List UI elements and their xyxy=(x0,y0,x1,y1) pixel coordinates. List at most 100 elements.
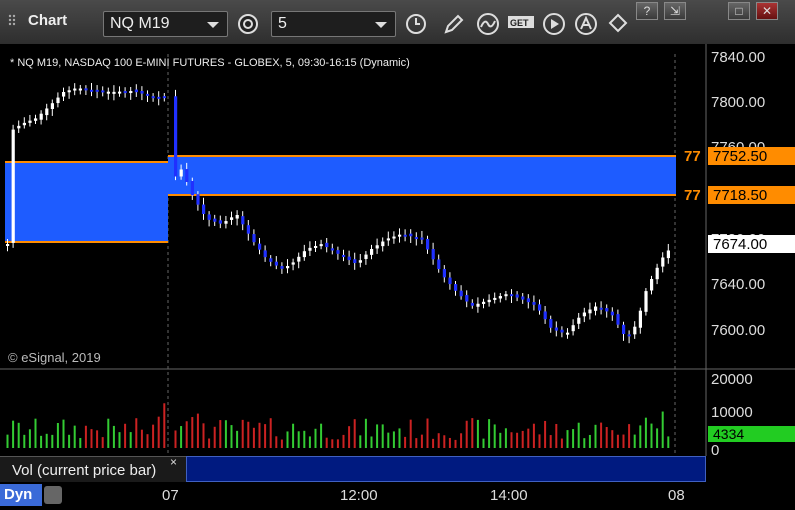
vol-tick: 20000 xyxy=(711,371,753,388)
close-study-button[interactable]: × xyxy=(170,455,177,469)
candle xyxy=(50,103,54,109)
volume-bar xyxy=(409,419,412,448)
volume-bar xyxy=(611,430,614,448)
volume-bar xyxy=(157,416,160,448)
time-tick: 08 xyxy=(668,487,685,504)
candle xyxy=(280,266,284,269)
volume-bar xyxy=(174,430,177,448)
candle xyxy=(526,298,530,303)
candle xyxy=(308,247,312,251)
candle xyxy=(330,248,334,251)
volume-bar xyxy=(555,423,558,448)
candle xyxy=(129,91,133,94)
volume-bar xyxy=(482,438,485,448)
zone-previous xyxy=(5,162,168,242)
link-icon xyxy=(608,13,628,33)
volume-bar xyxy=(633,434,636,448)
candle xyxy=(241,216,245,225)
play-button[interactable] xyxy=(540,10,568,38)
get-button[interactable]: GET xyxy=(506,10,538,38)
volume-bar xyxy=(196,413,199,448)
candle xyxy=(269,258,273,262)
pencil-icon xyxy=(444,14,464,34)
volume-bar xyxy=(471,418,474,448)
candle xyxy=(101,90,105,93)
volume-bar xyxy=(6,434,9,448)
candle xyxy=(62,92,66,97)
volume-bar xyxy=(219,420,222,448)
play-icon xyxy=(543,13,565,35)
volume-bar xyxy=(208,438,211,448)
candle xyxy=(409,233,413,237)
study-label-panel[interactable]: Vol (current price bar) xyxy=(0,456,186,482)
volume-bar xyxy=(336,439,339,448)
volume-bar xyxy=(34,418,37,448)
time-button[interactable] xyxy=(402,10,430,38)
interval-combo[interactable]: 5 xyxy=(271,11,396,37)
gear-icon xyxy=(238,14,258,34)
candle xyxy=(134,89,138,93)
candle xyxy=(325,242,329,248)
candle xyxy=(448,277,452,285)
study-button[interactable] xyxy=(474,10,502,38)
volume-bar xyxy=(124,423,127,448)
candle xyxy=(487,299,491,303)
mode-button[interactable]: Dyn xyxy=(0,484,42,506)
candle xyxy=(370,249,374,255)
study-bar xyxy=(186,456,706,482)
volume-bar xyxy=(152,424,155,448)
close-button[interactable]: ✕ xyxy=(756,2,778,20)
candle xyxy=(459,290,463,297)
maximize-button[interactable]: □ xyxy=(728,2,750,20)
draw-button[interactable] xyxy=(440,10,468,38)
candle xyxy=(375,245,379,249)
volume-bar xyxy=(107,418,110,448)
volume-bar xyxy=(644,417,647,448)
volume-bar xyxy=(348,426,351,448)
candle xyxy=(605,308,609,312)
volume-bar xyxy=(247,421,250,448)
candle xyxy=(146,93,150,96)
volume-bar xyxy=(476,419,479,448)
candle xyxy=(386,238,390,241)
candle xyxy=(594,306,598,311)
volume-bar xyxy=(387,432,390,448)
volume-bar xyxy=(331,439,334,448)
alert-button[interactable] xyxy=(572,10,600,38)
volume-bar xyxy=(667,436,670,448)
settings-button[interactable] xyxy=(234,10,262,38)
volume-bar xyxy=(79,438,82,448)
candle xyxy=(442,269,446,278)
volume-bar xyxy=(12,420,15,448)
grip-icon xyxy=(8,14,16,26)
volume-bar xyxy=(286,431,289,448)
volume-bar xyxy=(236,430,239,448)
curve-icon xyxy=(477,13,499,35)
volume-bar xyxy=(521,430,524,448)
svg-text:GET: GET xyxy=(510,18,529,28)
volume-bar xyxy=(241,419,244,448)
candle xyxy=(515,294,519,298)
help-button[interactable]: ? xyxy=(636,2,658,20)
volume-bar xyxy=(359,435,362,448)
restore-button[interactable]: ⇲ xyxy=(664,2,686,20)
price-chart[interactable]: * NQ M19, NASDAQ 100 E-MINI FUTURES - GL… xyxy=(0,44,795,456)
lock-icon[interactable] xyxy=(44,486,62,504)
link-button[interactable] xyxy=(604,10,632,38)
volume-bar xyxy=(146,434,149,448)
candle xyxy=(174,96,178,177)
volume-bar xyxy=(493,424,496,448)
symbol-combo[interactable]: NQ M19 xyxy=(103,11,228,37)
candle xyxy=(252,234,256,243)
volume-bar xyxy=(381,424,384,448)
candle xyxy=(17,125,21,129)
candle xyxy=(185,169,189,182)
volume-bar xyxy=(353,419,356,448)
candle xyxy=(347,256,351,261)
symbol-value: NQ M19 xyxy=(110,15,170,32)
volume-bar xyxy=(544,420,547,448)
volume-bar xyxy=(583,438,586,448)
volume-bar xyxy=(308,436,311,448)
volume-bar xyxy=(600,422,603,448)
candle xyxy=(6,244,10,246)
